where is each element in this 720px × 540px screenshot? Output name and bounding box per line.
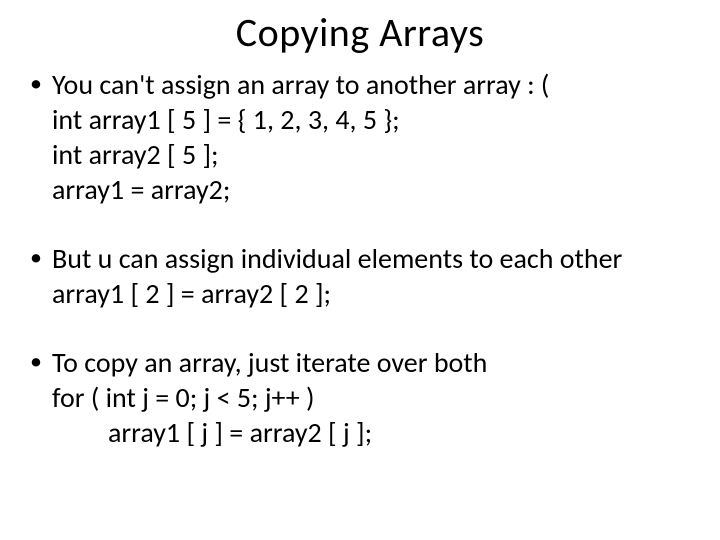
bullet-list: You can't assign an array to another arr… <box>24 67 696 450</box>
code-line: int array2 [ 5 ]; <box>52 137 696 172</box>
code-line: int array1 [ 5 ] = { 1, 2, 3, 4, 5 }; <box>52 102 696 137</box>
bullet-item: You can't assign an array to another arr… <box>24 67 696 207</box>
slide: Copying Arrays You can't assign an array… <box>0 0 720 540</box>
bullet-lead: You can't assign an array to another arr… <box>52 67 549 102</box>
bullet-item: But u can assign individual elements to … <box>24 241 696 311</box>
bullet-lead: But u can assign individual elements to … <box>52 241 622 276</box>
slide-title: Copying Arrays <box>24 8 696 57</box>
code-line: array1 [ 2 ] = array2 [ 2 ]; <box>52 276 696 311</box>
bullet-lead: To copy an array, just iterate over both <box>52 345 487 380</box>
bullet-item: To copy an array, just iterate over both… <box>24 345 696 450</box>
code-line: array1 = array2; <box>52 172 696 207</box>
code-line: for ( int j = 0; j < 5; j++ ) <box>52 380 696 415</box>
code-line: array1 [ j ] = array2 [ j ]; <box>52 415 696 450</box>
